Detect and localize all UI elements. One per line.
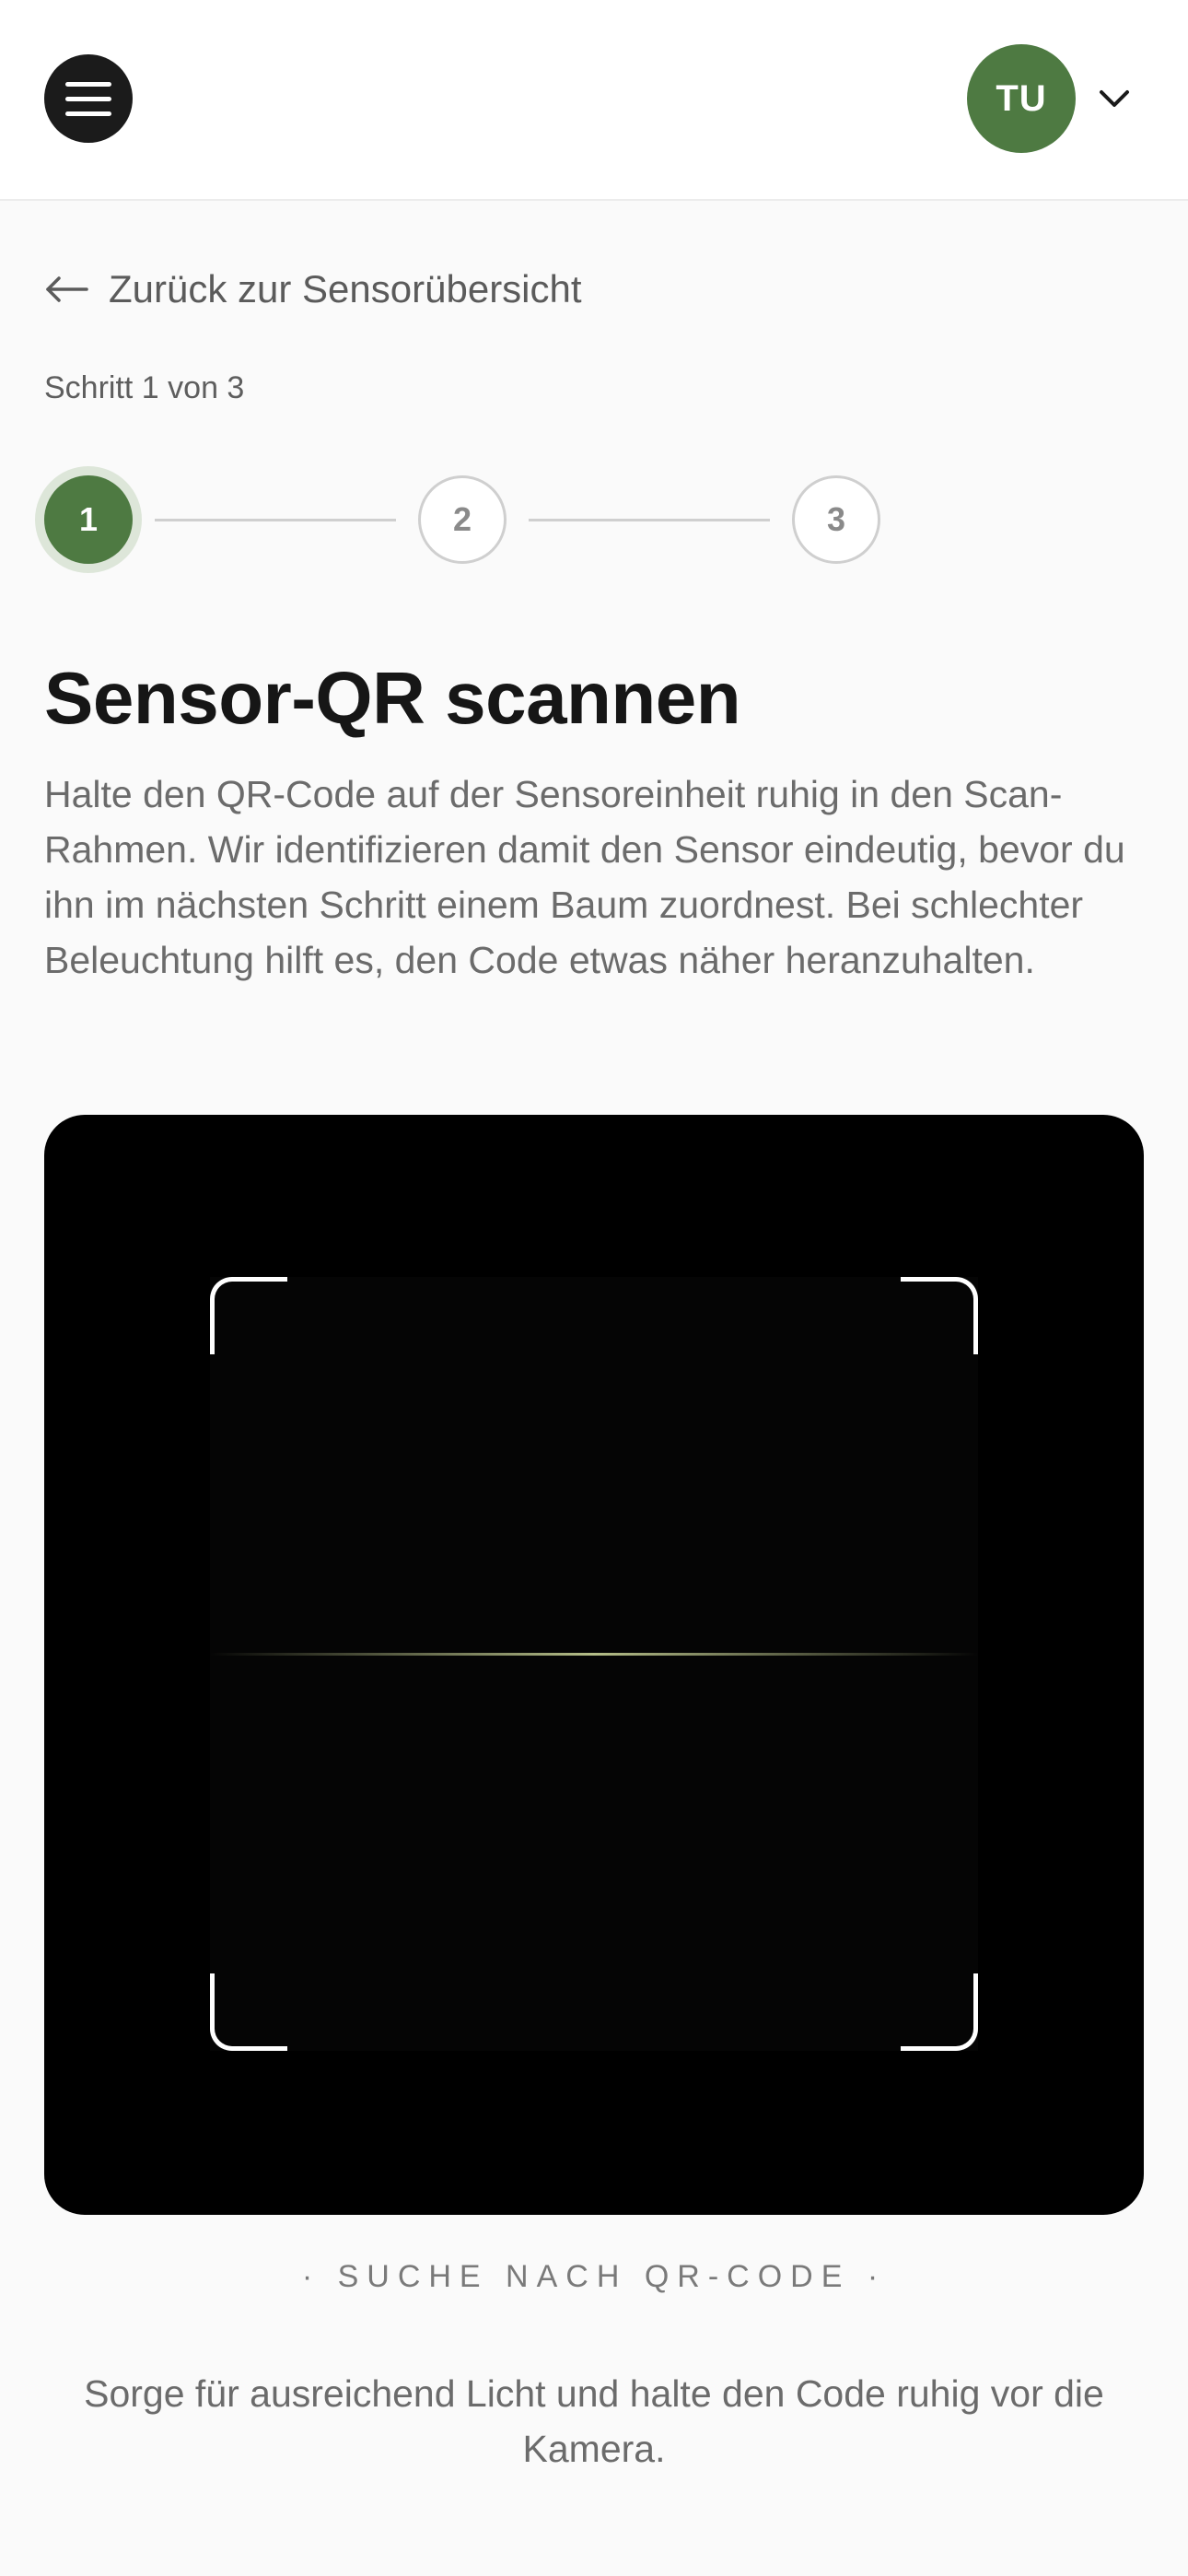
- app-header: TU: [0, 0, 1188, 201]
- arrow-left-icon: [46, 276, 88, 302]
- scan-status-text: · SUCHE NACH QR-CODE ·: [301, 2259, 887, 2294]
- hamburger-menu-icon: [65, 81, 111, 87]
- step-3-indicator: 3: [792, 475, 880, 564]
- page-title: Sensor-QR scannen: [44, 657, 741, 739]
- camera-scanner-viewport[interactable]: [44, 1115, 1144, 2215]
- page-description: Halte den QR-Code auf der Sensoreinheit …: [44, 773, 1125, 981]
- step-connector: [529, 519, 770, 521]
- scan-line: [210, 1653, 978, 1656]
- step-2-indicator: 2: [418, 475, 507, 564]
- back-link-label[interactable]: Zurück zur Sensorübersicht: [109, 267, 582, 311]
- account-menu[interactable]: TU: [967, 44, 1133, 153]
- step-progress-text: Schritt 1 von 3: [44, 370, 245, 405]
- scan-frame-corner: [901, 1277, 978, 1354]
- step-connector: [155, 519, 396, 521]
- back-to-sensor-overview-link[interactable]: Zurück zur Sensorübersicht: [44, 267, 582, 311]
- menu-button[interactable]: [44, 54, 133, 143]
- chevron-down-icon[interactable]: [1096, 80, 1133, 117]
- avatar[interactable]: TU: [967, 44, 1076, 153]
- scan-hint-text: Sorge für ausreichend Licht und halte de…: [84, 2372, 1104, 2470]
- scan-frame: [210, 1277, 978, 2051]
- step-indicator: 1 2 3: [0, 475, 1188, 568]
- scan-frame-corner: [210, 1277, 287, 1354]
- step-1-indicator: 1: [44, 475, 133, 564]
- scan-frame-corner: [210, 1973, 287, 2051]
- scan-frame-corner: [901, 1973, 978, 2051]
